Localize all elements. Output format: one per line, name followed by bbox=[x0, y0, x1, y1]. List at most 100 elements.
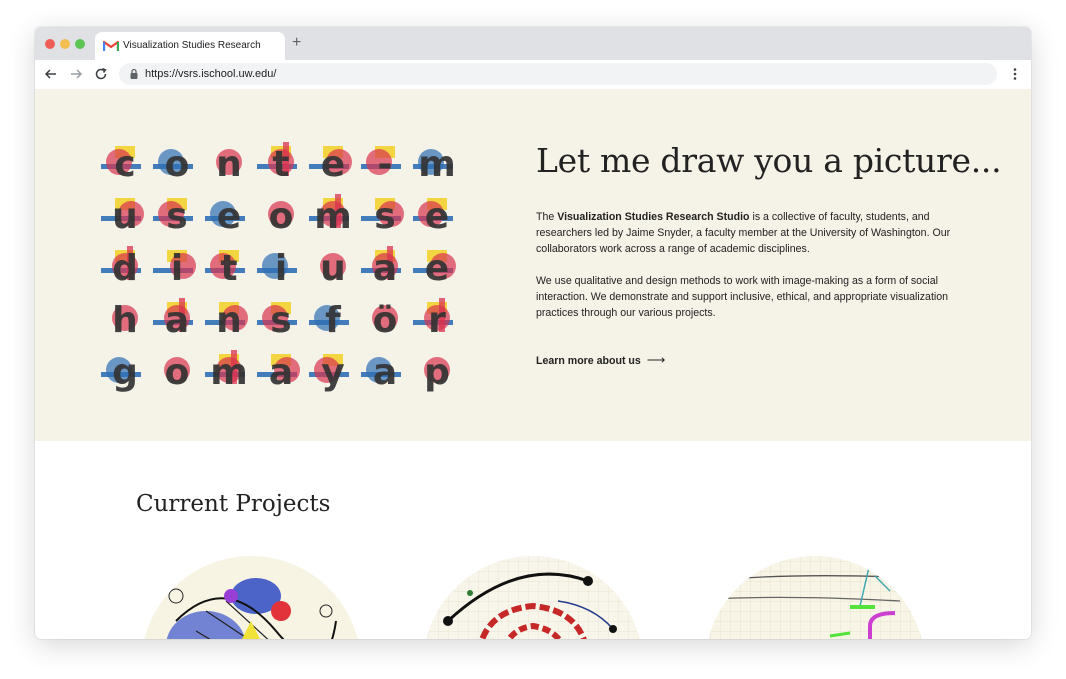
artwork-letter: s bbox=[374, 196, 395, 237]
projects-heading: Current Projects bbox=[136, 491, 331, 517]
artwork-letter-cell: r bbox=[413, 298, 453, 341]
artwork-letter-cell: o bbox=[268, 196, 294, 237]
artwork-letter-cell: o bbox=[164, 352, 190, 393]
artwork-letter: n bbox=[216, 300, 242, 341]
artwork-letter-cell: a bbox=[361, 352, 401, 393]
artwork-letter-cell: f bbox=[309, 300, 349, 341]
artwork-letter-cell: g bbox=[101, 352, 141, 393]
artwork-letter: r bbox=[428, 300, 446, 341]
hero-title: Let me draw you a picture... bbox=[536, 141, 1002, 180]
artwork-letter: n bbox=[216, 144, 242, 185]
artwork-letter: d bbox=[112, 248, 138, 289]
tab-title: Visualization Studies Research bbox=[123, 40, 261, 51]
artwork-letter: e bbox=[321, 144, 345, 185]
artwork-letter: t bbox=[220, 248, 237, 289]
artwork-letter-cell: t bbox=[257, 142, 297, 185]
artwork-letter: i bbox=[171, 248, 183, 289]
artwork-letter: f bbox=[325, 300, 341, 341]
kebab-menu-icon[interactable] bbox=[1007, 66, 1023, 82]
artwork-letter-cell: h bbox=[112, 300, 138, 341]
right-arrow-icon: ⟶ bbox=[646, 352, 666, 367]
artwork-letter-cell: - bbox=[361, 144, 401, 185]
url-text: https://vsrs.ischool.uw.edu/ bbox=[145, 68, 277, 80]
address-toolbar: https://vsrs.ischool.uw.edu/ bbox=[35, 60, 1031, 90]
artwork-letter-cell: i bbox=[257, 248, 297, 289]
artwork-letter: a bbox=[373, 248, 397, 289]
artwork-letter: y bbox=[321, 352, 344, 393]
artwork-letter-cell: c bbox=[101, 144, 141, 185]
artwork-letter-cell: p bbox=[424, 352, 450, 393]
artwork-letter-cell: t bbox=[205, 248, 245, 289]
artwork-letter: m bbox=[418, 144, 456, 185]
browser-window: Visualization Studies Research + https:/… bbox=[35, 27, 1031, 639]
artwork-letter: s bbox=[166, 196, 187, 237]
address-bar[interactable]: https://vsrs.ischool.uw.edu/ bbox=[119, 63, 997, 85]
lock-icon bbox=[130, 68, 138, 79]
artwork-letter-cell: m bbox=[205, 350, 248, 393]
artwork-letter-cell: s bbox=[257, 300, 297, 341]
artwork-letter-cell: s bbox=[153, 196, 193, 237]
artwork-letter: a bbox=[269, 352, 293, 393]
project-thumbnail-2[interactable] bbox=[418, 551, 648, 639]
artwork-letter-cell: i bbox=[153, 248, 196, 289]
artwork-letter-cell: ö bbox=[372, 300, 398, 341]
tab-bar: Visualization Studies Research + bbox=[35, 27, 1031, 60]
intro-paragraph: The Visualization Studies Research Studi… bbox=[536, 209, 966, 257]
artwork-letter-cell: o bbox=[153, 144, 193, 185]
project-thumbnail-1[interactable] bbox=[136, 551, 366, 639]
artwork-letter: o bbox=[269, 196, 294, 237]
artwork-letter: m bbox=[314, 196, 352, 237]
artwork-letter: ö bbox=[373, 300, 398, 341]
learn-more-link[interactable]: Learn more about us ⟶ bbox=[536, 352, 665, 368]
artwork-letter: e bbox=[425, 196, 449, 237]
artwork-letter: c bbox=[114, 144, 135, 185]
new-tab-button[interactable]: + bbox=[292, 35, 301, 51]
maximize-window-button[interactable] bbox=[75, 39, 85, 49]
artwork-letter-cell: y bbox=[309, 352, 349, 393]
artwork-letter-cell: u bbox=[101, 196, 144, 237]
learn-more-label: Learn more about us bbox=[536, 355, 641, 367]
artwork-letter: s bbox=[270, 300, 291, 341]
active-tab[interactable]: Visualization Studies Research bbox=[95, 32, 285, 60]
reload-icon[interactable] bbox=[93, 66, 109, 82]
gmail-icon bbox=[103, 40, 119, 52]
artwork-letter-cell: u bbox=[320, 248, 346, 289]
artwork-letter: e bbox=[425, 248, 449, 289]
artwork-letter: e bbox=[217, 196, 241, 237]
artwork-letter: a bbox=[165, 300, 189, 341]
page-content: conte-museomseditiuaehansförgomayap Let … bbox=[35, 89, 1031, 639]
forward-arrow-icon[interactable] bbox=[68, 66, 84, 82]
minimize-window-button[interactable] bbox=[60, 39, 70, 49]
methods-paragraph: We use qualitative and design methods to… bbox=[536, 275, 949, 319]
artwork-letter-cell: e bbox=[413, 248, 456, 289]
artwork-letter-cell: a bbox=[361, 246, 401, 289]
artwork-letter: p bbox=[424, 352, 450, 393]
artwork-letter-cell: m bbox=[413, 144, 456, 185]
artwork-letter: m bbox=[210, 352, 248, 393]
artwork-letter: u bbox=[320, 248, 346, 289]
artwork-letter: t bbox=[272, 144, 289, 185]
artwork-letter-cell: e bbox=[413, 196, 453, 237]
artwork-letter: i bbox=[275, 248, 287, 289]
artwork-letter-cell: s bbox=[361, 196, 404, 237]
artwork-letter: o bbox=[165, 352, 190, 393]
artwork-letter: o bbox=[165, 144, 190, 185]
artwork-letter-cell: e bbox=[309, 144, 352, 185]
artwork-letter-cell: n bbox=[216, 144, 242, 185]
artwork-letter-cell: n bbox=[205, 300, 248, 341]
artwork-letter: a bbox=[373, 352, 397, 393]
artwork-letter: - bbox=[378, 144, 393, 185]
studio-name: Visualization Studies Research Studio bbox=[557, 211, 750, 223]
artwork-letter-cell: a bbox=[257, 352, 300, 393]
intro-prefix: The bbox=[536, 211, 558, 223]
close-window-button[interactable] bbox=[45, 39, 55, 49]
project-thumbnail-3[interactable] bbox=[700, 551, 930, 639]
hero-section: conte-museomseditiuaehansförgomayap Let … bbox=[35, 89, 1031, 441]
artwork-letter: g bbox=[112, 352, 138, 393]
artwork-letter-cell: e bbox=[205, 196, 245, 237]
artwork-letter: u bbox=[112, 196, 138, 237]
scrambled-letters-artwork: c o n t e - mu s e o m s ed i t i u a eh a n s f ö rg o m a y a p bbox=[101, 142, 456, 393]
back-arrow-icon[interactable] bbox=[43, 66, 59, 82]
artwork-letter-cell: a bbox=[153, 298, 193, 341]
artwork-letter: h bbox=[112, 300, 138, 341]
